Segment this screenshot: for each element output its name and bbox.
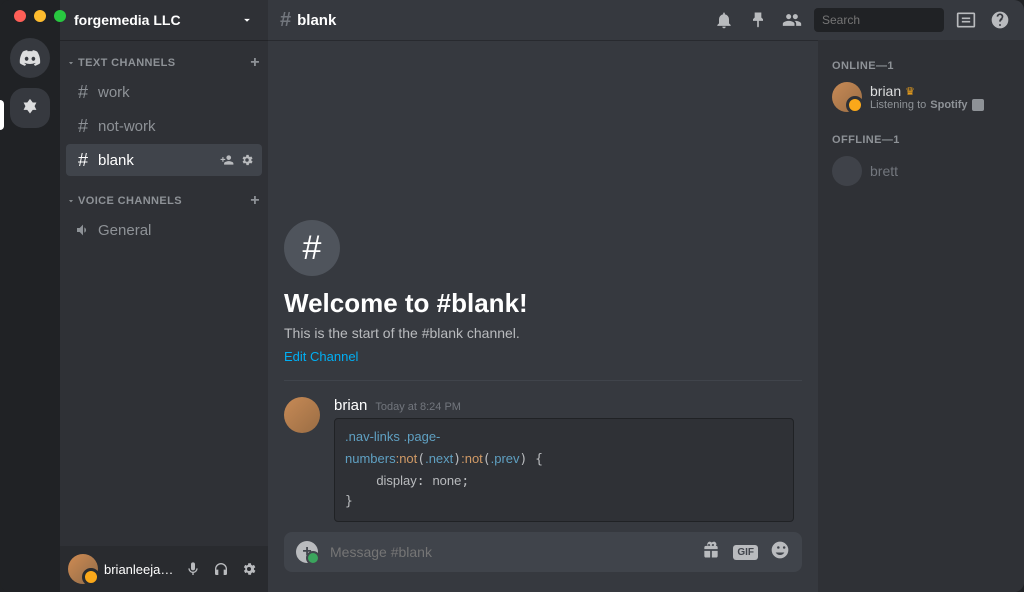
- member-avatar: [832, 82, 862, 112]
- channel-topbar: # blank: [268, 0, 1024, 40]
- rich-presence-icon: [972, 99, 984, 111]
- channel-label: not-work: [98, 118, 254, 135]
- gift-button[interactable]: [701, 540, 721, 565]
- member-name: brian: [870, 83, 901, 99]
- message-composer[interactable]: + GIF: [284, 532, 802, 572]
- channel-label: General: [98, 222, 254, 239]
- crown-icon: ♛: [905, 85, 915, 98]
- create-voice-channel-button[interactable]: +: [250, 192, 260, 210]
- channel-label: work: [98, 84, 254, 101]
- notifications-button[interactable]: [712, 8, 736, 32]
- window-zoom-button[interactable]: [54, 10, 66, 22]
- add-attachment-button[interactable]: +: [296, 541, 318, 563]
- member-name: brett: [870, 163, 898, 179]
- inbox-button[interactable]: [954, 8, 978, 32]
- main-area: # blank # Welcome to #blank! This is the…: [268, 0, 1024, 592]
- self-avatar[interactable]: [68, 554, 98, 584]
- channel-blank[interactable]: # blank: [66, 144, 262, 176]
- category-label: VOICE CHANNELS: [78, 195, 182, 207]
- window-close-button[interactable]: [14, 10, 26, 22]
- headphones-button[interactable]: [210, 558, 232, 580]
- mic-button[interactable]: [182, 558, 204, 580]
- server-name: forgemedia LLC: [74, 12, 181, 28]
- voice-channels-category[interactable]: VOICE CHANNELS +: [60, 192, 268, 210]
- channel-work[interactable]: # work: [66, 76, 262, 108]
- emoji-button[interactable]: [770, 540, 790, 565]
- search-box[interactable]: [814, 8, 944, 32]
- gif-button[interactable]: GIF: [733, 545, 758, 560]
- text-channels-category[interactable]: TEXT CHANNELS +: [60, 54, 268, 72]
- member-avatar: [832, 156, 862, 186]
- hash-icon: #: [280, 9, 291, 32]
- member-brett[interactable]: brett: [826, 152, 1016, 190]
- chevron-down-icon: [240, 13, 254, 27]
- speaker-icon: [74, 222, 92, 238]
- guild-forgemedia[interactable]: [10, 88, 50, 128]
- chevron-down-icon: [66, 196, 76, 206]
- member-brian[interactable]: brian ♛ Listening to Spotify: [826, 78, 1016, 116]
- voice-general[interactable]: General: [66, 214, 262, 246]
- online-header: ONLINE—1: [832, 60, 1010, 72]
- chat-area: # Welcome to #blank! This is the start o…: [268, 40, 818, 592]
- discord-logo-icon: [19, 47, 41, 69]
- hash-icon: #: [74, 150, 92, 171]
- welcome-hash-icon: #: [284, 220, 340, 276]
- hash-icon: #: [74, 116, 92, 137]
- message-avatar[interactable]: [284, 397, 320, 433]
- guild-selection-pill: [0, 100, 4, 130]
- create-channel-button[interactable]: +: [250, 54, 260, 72]
- message-input[interactable]: [330, 544, 689, 560]
- guild-list: [0, 0, 60, 592]
- code-block: .nav-links .page- numbers:not(.next):not…: [334, 418, 794, 522]
- offline-header: OFFLINE—1: [832, 134, 1010, 146]
- edit-channel-link[interactable]: Edit Channel: [284, 349, 802, 364]
- self-username[interactable]: brianleejack...: [104, 562, 176, 577]
- home-button[interactable]: [10, 38, 50, 78]
- message-timestamp: Today at 8:24 PM: [375, 401, 461, 413]
- message-list: # Welcome to #blank! This is the start o…: [268, 40, 818, 532]
- settings-button[interactable]: [238, 558, 260, 580]
- member-list-button[interactable]: [780, 8, 804, 32]
- welcome-subtitle: This is the start of the #blank channel.: [284, 325, 802, 341]
- channel-label: blank: [98, 152, 214, 169]
- message: brian Today at 8:24 PM .nav-links .page-…: [284, 397, 802, 522]
- welcome-title: Welcome to #blank!: [284, 288, 802, 319]
- divider: [284, 380, 802, 381]
- channel-not-work[interactable]: # not-work: [66, 110, 262, 142]
- invite-icon[interactable]: [220, 153, 234, 167]
- channel-sidebar: forgemedia LLC TEXT CHANNELS + # work # …: [60, 0, 268, 592]
- gear-icon[interactable]: [240, 153, 254, 167]
- channel-name: blank: [297, 12, 336, 29]
- chevron-down-icon: [66, 58, 76, 68]
- hash-icon: #: [74, 82, 92, 103]
- category-label: TEXT CHANNELS: [78, 57, 175, 69]
- member-list: ONLINE—1 brian ♛ Listening to Spotify: [818, 40, 1024, 592]
- message-author[interactable]: brian: [334, 397, 367, 414]
- server-header[interactable]: forgemedia LLC: [60, 0, 268, 40]
- user-panel: brianleejack...: [60, 546, 268, 592]
- pinned-messages-button[interactable]: [746, 8, 770, 32]
- window-traffic-lights[interactable]: [14, 10, 66, 22]
- window-minimize-button[interactable]: [34, 10, 46, 22]
- channel-title: # blank: [280, 9, 336, 32]
- help-button[interactable]: [988, 8, 1012, 32]
- server-icon: [19, 97, 41, 119]
- member-status: Listening to Spotify: [870, 99, 984, 111]
